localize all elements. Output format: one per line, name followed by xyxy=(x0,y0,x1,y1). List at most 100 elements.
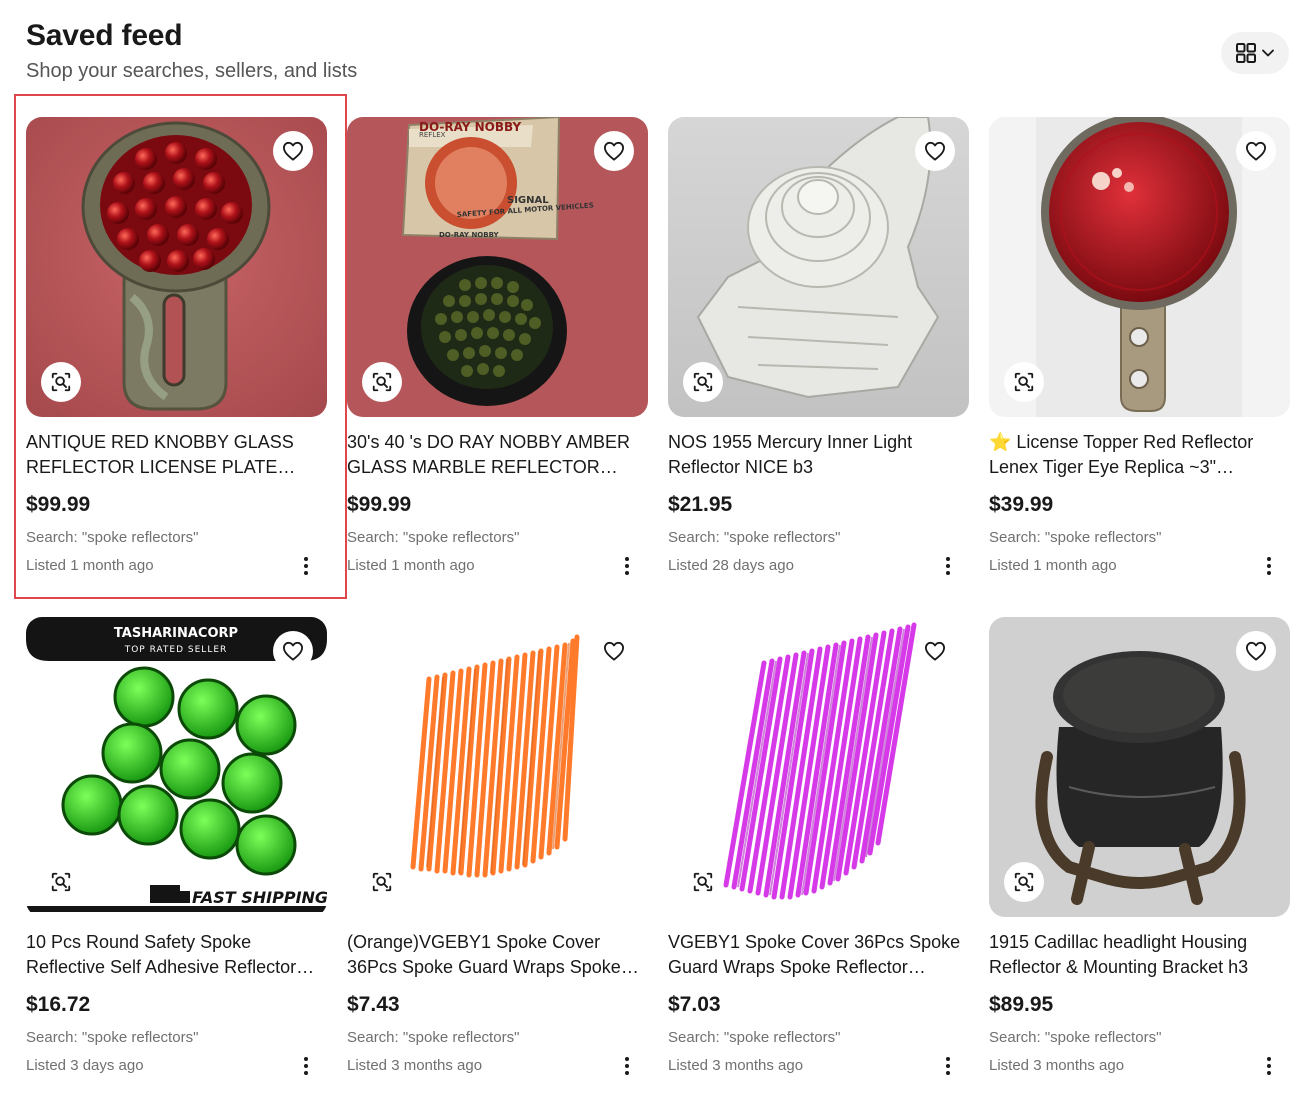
save-heart-button[interactable] xyxy=(594,631,634,671)
heart-icon xyxy=(925,641,945,661)
seller-name-text: TASHARINACORP xyxy=(114,626,238,641)
heart-icon xyxy=(925,141,945,161)
visual-search-button[interactable] xyxy=(683,362,723,402)
seller-badge-text: TOP RATED SELLER xyxy=(124,645,228,655)
more-options-button[interactable] xyxy=(1259,553,1279,579)
chevron-down-icon xyxy=(1262,49,1274,57)
more-options-button[interactable] xyxy=(617,553,637,579)
visual-search-button[interactable] xyxy=(683,862,723,902)
item-card[interactable]: ⭐ License Topper Red Reflector Lenex Tig… xyxy=(989,117,1290,597)
item-card[interactable]: VGEBY1 Spoke Cover 36Pcs Spoke Guard Wra… xyxy=(668,617,969,1097)
item-listed-date: Listed 1 month ago xyxy=(26,557,154,574)
item-card[interactable]: 1915 Cadillac headlight Housing Reflecto… xyxy=(989,617,1290,1097)
image-search-icon xyxy=(372,372,392,392)
image-search-icon xyxy=(51,872,71,892)
box-sub-text: REFLEX xyxy=(419,131,446,139)
item-listed-date: Listed 3 days ago xyxy=(26,1057,144,1074)
item-source: Search: "spoke reflectors" xyxy=(668,529,841,546)
visual-search-button[interactable] xyxy=(1004,862,1044,902)
item-card[interactable]: ANTIQUE RED KNOBBY GLASS REFLECTOR LICEN… xyxy=(26,117,327,597)
item-title[interactable]: ANTIQUE RED KNOBBY GLASS REFLECTOR LICEN… xyxy=(26,430,327,480)
page-header: Saved feed Shop your searches, sellers, … xyxy=(26,18,357,86)
more-options-button[interactable] xyxy=(938,1053,958,1079)
item-image[interactable] xyxy=(347,617,648,917)
item-title[interactable]: VGEBY1 Spoke Cover 36Pcs Spoke Guard Wra… xyxy=(668,930,969,980)
view-toggle-button[interactable] xyxy=(1221,32,1289,74)
item-price: $89.95 xyxy=(989,993,1054,1016)
more-options-button[interactable] xyxy=(1259,1053,1279,1079)
box-label-text: DO-RAY NOBBY xyxy=(439,231,500,239)
item-source: Search: "spoke reflectors" xyxy=(347,529,520,546)
save-heart-button[interactable] xyxy=(273,631,313,671)
image-search-icon xyxy=(693,372,713,392)
more-options-button[interactable] xyxy=(296,553,316,579)
item-price: $21.95 xyxy=(668,493,733,516)
item-title[interactable]: 10 Pcs Round Safety Spoke Reflective Sel… xyxy=(26,930,327,980)
item-source: Search: "spoke reflectors" xyxy=(26,529,199,546)
item-title[interactable]: 30's 40 's DO RAY NOBBY AMBER GLASS MARB… xyxy=(347,430,648,480)
image-search-icon xyxy=(372,872,392,892)
more-options-button[interactable] xyxy=(296,1053,316,1079)
save-heart-button[interactable] xyxy=(915,131,955,171)
visual-search-button[interactable] xyxy=(362,362,402,402)
item-source: Search: "spoke reflectors" xyxy=(989,529,1162,546)
item-listed-date: Listed 3 months ago xyxy=(347,1057,483,1074)
page-subtitle: Shop your searches, sellers, and lists xyxy=(26,60,358,82)
item-card[interactable]: NOS 1955 Mercury Inner Light Reflector N… xyxy=(668,117,969,597)
heart-icon xyxy=(1245,141,1266,161)
item-card[interactable]: TASHARINACORP TOP RATED SELLER FAST SHIP… xyxy=(26,617,327,1097)
item-card[interactable]: DO-RAY NOBBY REFLEX SIGNAL SAFETY FOR AL… xyxy=(347,117,648,597)
item-image[interactable] xyxy=(26,117,327,417)
item-title[interactable]: (Orange)VGEBY1 Spoke Cover 36Pcs Spoke G… xyxy=(347,930,648,980)
grid-view-icon xyxy=(1236,43,1256,63)
item-image[interactable] xyxy=(668,617,969,917)
heart-icon xyxy=(604,141,624,161)
visual-search-button[interactable] xyxy=(362,862,402,902)
item-price: $7.43 xyxy=(347,993,400,1016)
item-image[interactable] xyxy=(989,117,1290,417)
heart-icon xyxy=(282,141,303,161)
item-price: $99.99 xyxy=(347,493,412,516)
item-source: Search: "spoke reflectors" xyxy=(26,1029,199,1046)
item-listed-date: Listed 3 months ago xyxy=(668,1057,804,1074)
item-image[interactable]: TASHARINACORP TOP RATED SELLER FAST SHIP… xyxy=(26,617,327,917)
page-title: Saved feed xyxy=(26,19,183,52)
more-vertical-icon xyxy=(625,557,629,561)
item-price: $99.99 xyxy=(26,493,91,516)
item-listed-date: Listed 3 months ago xyxy=(989,1057,1125,1074)
item-source: Search: "spoke reflectors" xyxy=(347,1029,520,1046)
item-source: Search: "spoke reflectors" xyxy=(668,1029,841,1046)
save-heart-button[interactable] xyxy=(915,631,955,671)
visual-search-button[interactable] xyxy=(41,862,81,902)
item-card[interactable]: (Orange)VGEBY1 Spoke Cover 36Pcs Spoke G… xyxy=(347,617,648,1097)
more-vertical-icon xyxy=(304,1057,308,1061)
item-price: $16.72 xyxy=(26,993,91,1016)
image-search-icon xyxy=(1014,872,1034,892)
save-heart-button[interactable] xyxy=(1236,631,1276,671)
visual-search-button[interactable] xyxy=(41,362,81,402)
item-image[interactable]: DO-RAY NOBBY REFLEX SIGNAL SAFETY FOR AL… xyxy=(347,117,648,417)
heart-icon xyxy=(282,641,303,661)
save-heart-button[interactable] xyxy=(594,131,634,171)
item-listed-date: Listed 28 days ago xyxy=(668,557,794,574)
save-heart-button[interactable] xyxy=(273,131,313,171)
fast-shipping-text: FAST SHIPPING xyxy=(192,888,327,907)
image-search-icon xyxy=(1014,372,1034,392)
image-search-icon xyxy=(51,372,71,392)
more-vertical-icon xyxy=(304,557,308,561)
item-title[interactable]: 1915 Cadillac headlight Housing Reflecto… xyxy=(989,930,1290,980)
more-options-button[interactable] xyxy=(617,1053,637,1079)
heart-icon xyxy=(604,641,624,661)
visual-search-button[interactable] xyxy=(1004,362,1044,402)
more-options-button[interactable] xyxy=(938,553,958,579)
item-listed-date: Listed 1 month ago xyxy=(347,557,475,574)
image-search-icon xyxy=(693,872,713,892)
item-source: Search: "spoke reflectors" xyxy=(989,1029,1162,1046)
item-image[interactable] xyxy=(989,617,1290,917)
item-title[interactable]: NOS 1955 Mercury Inner Light Reflector N… xyxy=(668,430,969,480)
heart-icon xyxy=(1245,641,1266,661)
item-title[interactable]: ⭐ License Topper Red Reflector Lenex Tig… xyxy=(989,430,1290,480)
item-image[interactable] xyxy=(668,117,969,417)
more-vertical-icon xyxy=(946,1057,950,1061)
save-heart-button[interactable] xyxy=(1236,131,1276,171)
